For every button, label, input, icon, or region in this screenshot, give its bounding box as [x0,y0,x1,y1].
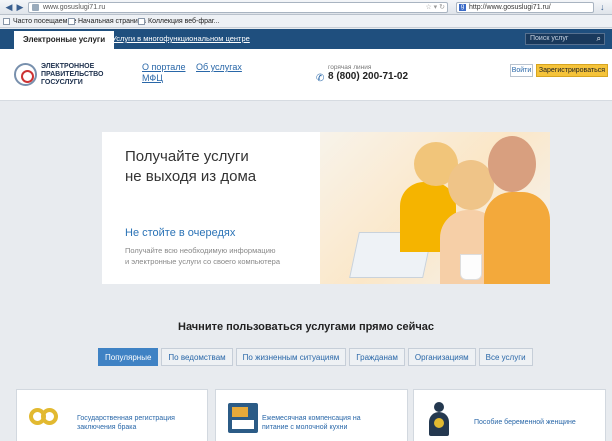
hero-title: Получайте услуги не выходя из дома [125,147,315,187]
tab-electronic-services[interactable]: Электронные услуги [14,31,115,49]
man-head-shape [488,136,536,192]
logo-line: ГОСУСЛУГИ [41,79,83,86]
service-card-title[interactable]: Государственная регистрация заключения б… [77,414,175,432]
hero-banner[interactable]: Получайте услуги не выходя из дома Не ст… [102,132,550,284]
site-top-bar: Электронные услуги Услуги в многофункцио… [0,29,612,49]
forward-arrow-icon[interactable]: ▶ [14,2,26,13]
calendar-icon [228,403,258,433]
browser-search-value: http://www.gosuslugi71.ru/ [469,4,551,11]
card-line: питание с молочной кухни [262,424,348,431]
family-photo [320,132,550,284]
bookmark-icon [68,18,75,25]
mfc-services-link[interactable]: Услуги в многофункциональном центре [112,29,250,49]
register-button[interactable]: Зарегистрироваться [536,64,608,77]
bookmark-frequent[interactable]: Часто посещаемые [3,15,76,28]
bookmark-label: Часто посещаемые [13,18,77,25]
phone-icon: ✆ [316,73,325,84]
about-portal-link[interactable]: О портале [142,62,185,72]
site-favicon-icon [32,4,39,11]
pregnant-woman-icon [428,402,450,436]
logo-line: ПРАВИТЕЛЬСТВО [41,71,104,78]
services-heading: Начните пользоваться услугами прямо сейч… [178,321,434,333]
bookmarks-toolbar: Часто посещаемые Начальная страница Колл… [0,15,612,28]
address-bar-url: www.gosuslugi71.ru [43,4,106,11]
card-line: заключения брака [77,424,137,431]
hero-title-line: Получайте услуги [125,148,249,165]
logo-line: ЭЛЕКТРОННОЕ [41,63,95,70]
card-line: Ежемесячная компенсация на [262,415,361,422]
bookmark-icon [138,18,145,25]
service-category-tabs: Популярные По ведомствам По жизненным си… [98,348,533,366]
card-line: Пособие беременной женщине [474,419,576,426]
cup-shape [460,254,482,280]
bookmark-label: Коллекция веб-фраг... [148,18,220,25]
service-card-marriage[interactable]: Государственная регистрация заключения б… [16,389,208,441]
bookmark-webslices[interactable]: Коллекция веб-фраг... [138,15,219,28]
hero-text-line: и электронные услуги со своего компьютер… [125,257,280,266]
service-card-title[interactable]: Ежемесячная компенсация на питание с мол… [262,414,361,432]
tab-by-department[interactable]: По ведомствам [161,348,233,366]
gosuslugi-logo-icon[interactable] [14,63,37,86]
about-services-link[interactable]: Об услугах [196,62,242,72]
woman-head-shape [448,160,494,210]
hotline-phone: 8 (800) 200-71-02 [328,71,409,82]
tab-popular[interactable]: Популярные [98,348,159,366]
card-line: Государственная регистрация [77,415,175,422]
login-button[interactable]: Войти [510,64,533,77]
service-search-input[interactable]: Поиск услуг ⌕ [525,33,605,45]
bookmark-homepage[interactable]: Начальная страница [68,15,146,28]
search-icon[interactable]: ⌕ [597,34,601,44]
service-card-pregnancy-allowance[interactable]: Пособие беременной женщине [413,389,606,441]
hero-text-line: Получайте всю необходимую информацию [125,246,276,255]
rings-icon [29,408,61,430]
browser-search-field[interactable]: g http://www.gosuslugi71.ru/ [456,2,594,13]
reload-star-icons[interactable]: ☆ ▾ ↻ [425,3,445,12]
bookmark-icon [3,18,10,25]
address-bar[interactable]: www.gosuslugi71.ru ☆ ▾ ↻ [28,2,448,13]
site-logo-text[interactable]: ЭЛЕКТРОННОЕ ПРАВИТЕЛЬСТВО ГОСУСЛУГИ [41,63,103,87]
mfc-link[interactable]: МФЦ [142,73,163,83]
hotline-label: горячая линия [328,64,372,71]
hero-title-line: не выходя из дома [125,168,257,185]
download-arrow-icon[interactable]: ↓ [600,2,605,12]
tab-all-services[interactable]: Все услуги [478,348,533,366]
hero-subtitle: Не стойте в очередях [125,227,236,239]
service-search-placeholder: Поиск услуг [530,35,569,42]
service-card-title[interactable]: Пособие беременной женщине [474,418,576,427]
tab-citizens[interactable]: Гражданам [349,348,405,366]
bookmark-label: Начальная страница [78,18,146,25]
site-header: ЭЛЕКТРОННОЕ ПРАВИТЕЛЬСТВО ГОСУСЛУГИ О по… [0,49,612,101]
tab-life-situations[interactable]: По жизненным ситуациям [235,348,347,366]
tab-organizations[interactable]: Организациям [407,348,476,366]
man-shape [484,192,550,284]
service-card-milk-kitchen[interactable]: Ежемесячная компенсация на питание с мол… [215,389,408,441]
browser-toolbar: ◀ ▶ www.gosuslugi71.ru ☆ ▾ ↻ g http://ww… [0,0,612,15]
search-engine-icon[interactable]: g [459,4,466,11]
hero-description: Получайте всю необходимую информацию и э… [125,245,325,267]
